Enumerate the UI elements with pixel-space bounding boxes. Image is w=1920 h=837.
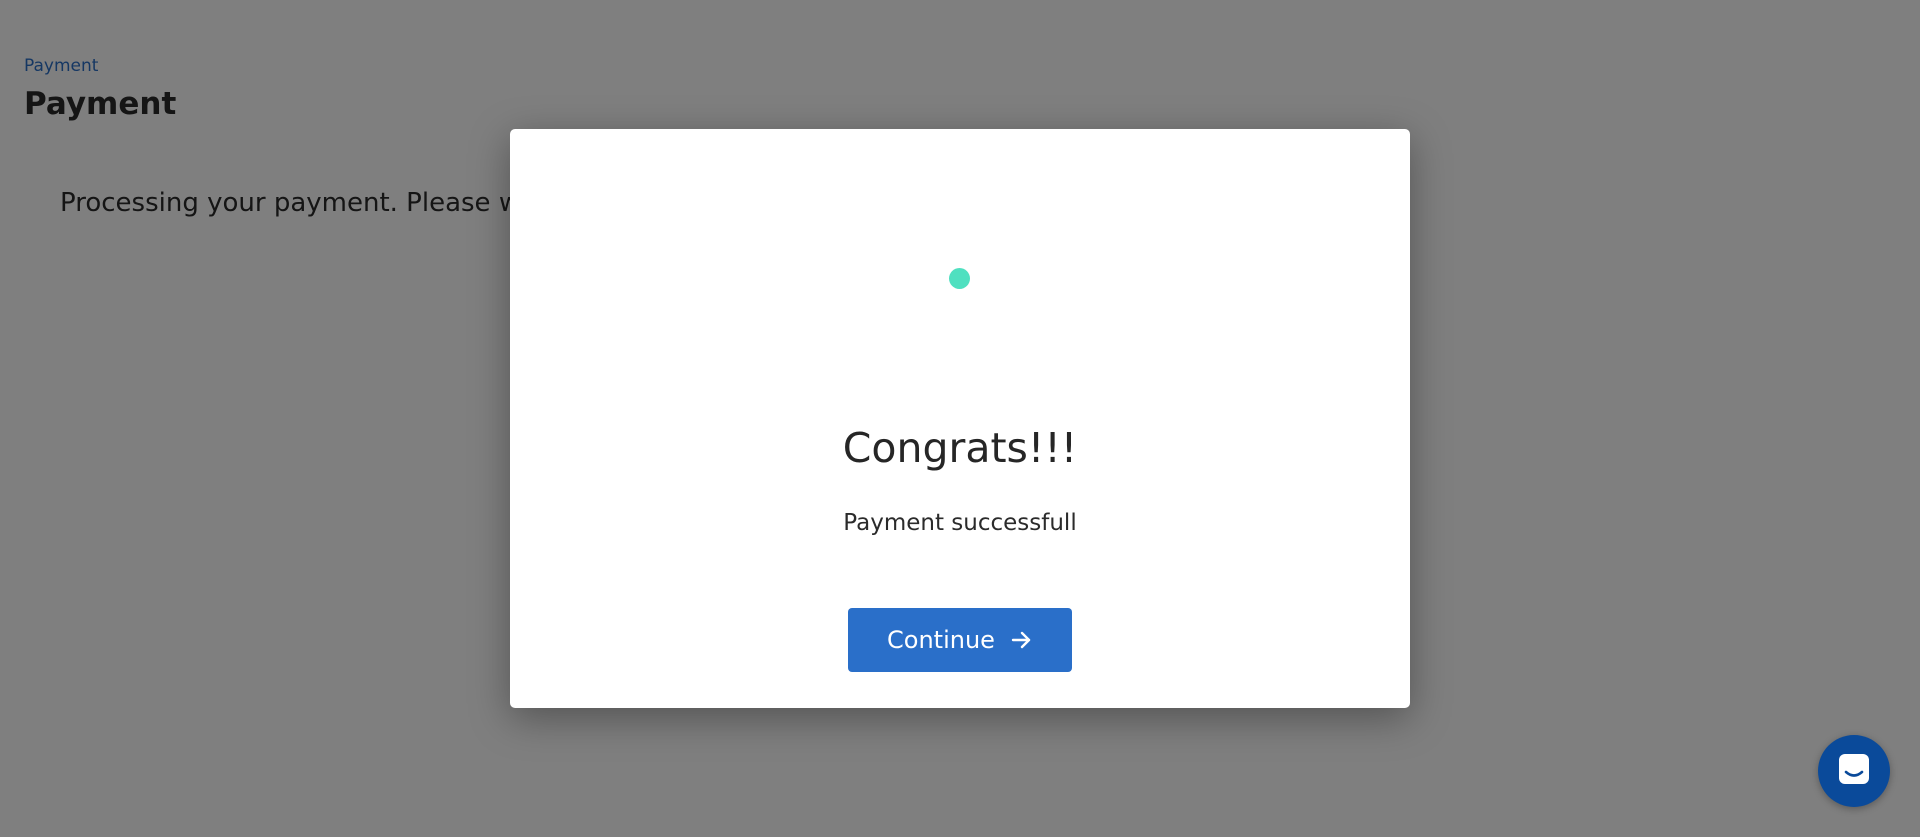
payment-success-modal: Congrats!!! Payment successfull Continue bbox=[510, 129, 1410, 708]
chat-launcher-button[interactable] bbox=[1818, 735, 1890, 807]
modal-subtitle: Payment successfull bbox=[843, 510, 1077, 536]
continue-button[interactable]: Continue bbox=[848, 608, 1072, 672]
chat-icon bbox=[1837, 752, 1871, 790]
continue-button-label: Continue bbox=[887, 626, 995, 654]
loading-spinner-icon bbox=[949, 268, 970, 289]
payment-page: Payment Payment Processing your payment.… bbox=[0, 0, 1920, 837]
modal-title: Congrats!!! bbox=[842, 424, 1078, 472]
arrow-right-icon bbox=[1009, 628, 1033, 652]
